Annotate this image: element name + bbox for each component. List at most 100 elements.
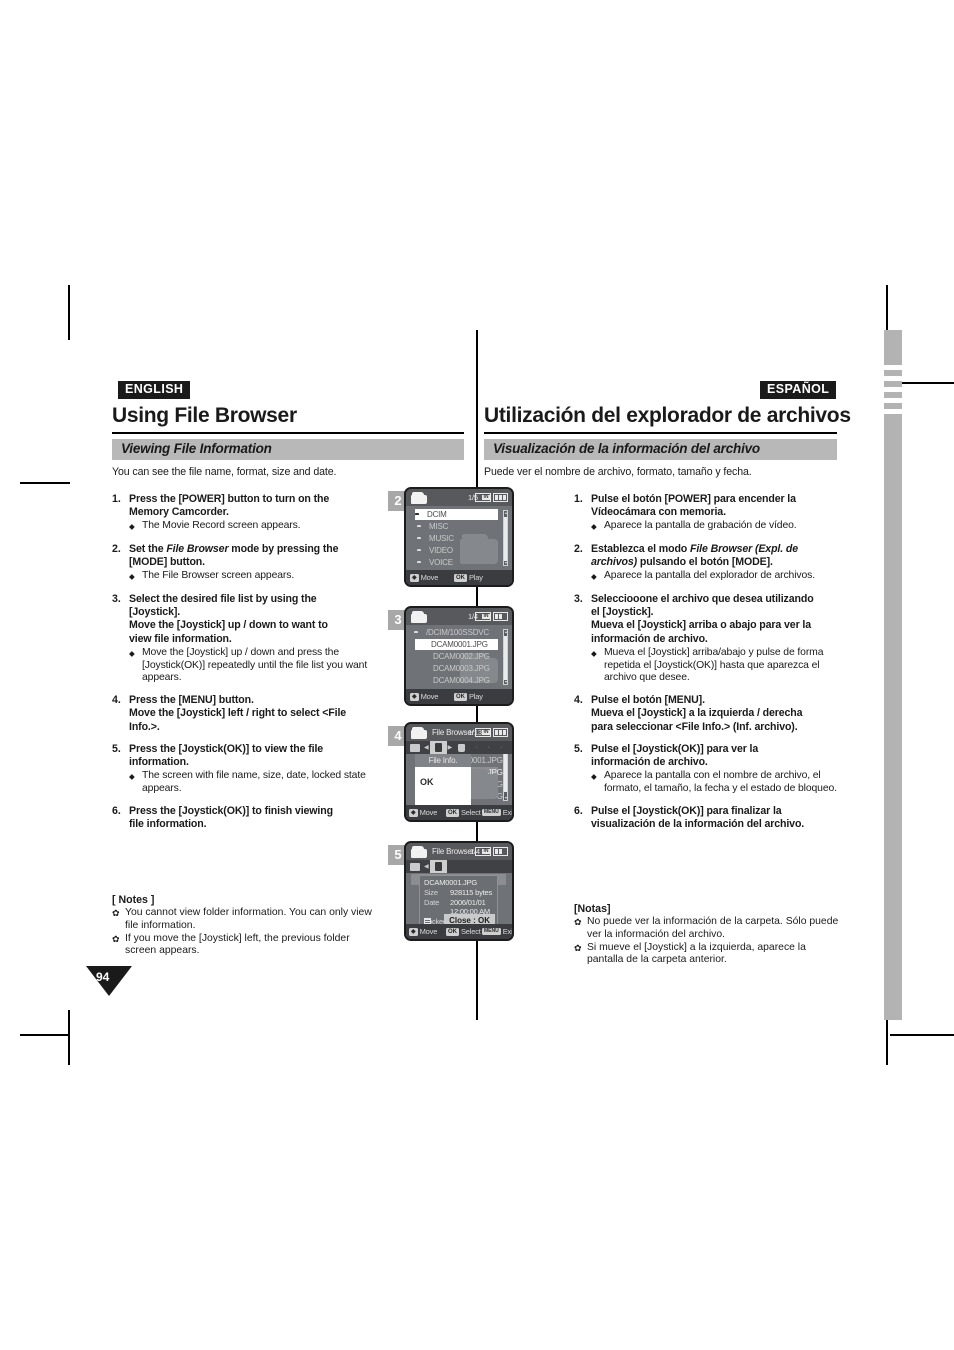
tab-dot: ·	[487, 744, 490, 751]
step-bullets: ◆ Aparece la pantalla de grabación de víd…	[591, 520, 844, 534]
step-number: 5.	[112, 742, 121, 755]
step-item: 1. Pulse el botón [POWER] para encender l…	[574, 493, 844, 534]
crop-mark-tl-v	[68, 285, 70, 340]
tab-file-info[interactable]	[429, 860, 447, 873]
lcd-header: File Browser 1/4 IN	[406, 843, 512, 860]
chevron-right-icon: ▶	[447, 745, 453, 751]
folder-icon	[411, 845, 428, 859]
bullet-text: Mueva el [Joystick] arriba/abajo y pulse…	[604, 646, 824, 684]
memory-indicator-icon: IN	[475, 493, 491, 502]
battery-icon	[493, 612, 508, 621]
tab-folder[interactable]	[406, 741, 423, 754]
list-item[interactable]: VOICE	[417, 557, 498, 568]
list-item-label: VOICE	[429, 558, 453, 567]
guide-exit: MENU Exit	[482, 808, 514, 817]
info-date-label: Date	[424, 898, 440, 907]
tab-dot: ·	[499, 744, 503, 751]
scrollbar-thumb[interactable]	[504, 752, 507, 792]
lcd-guide-bar: ◆ Move OK Select MENU Exit	[406, 924, 512, 939]
tab-file-info[interactable]	[429, 741, 447, 754]
crop-mark-bl-v	[68, 1010, 70, 1065]
intro-english: You can see the file name, format, size …	[112, 466, 337, 478]
lcd-header: File Browser 1/13 IN	[406, 724, 512, 741]
list-item[interactable]: DCAM0002.JPG	[417, 651, 498, 662]
figure-4: 4 File Browser 1/13 IN DCAM0001.JPG DCAM…	[388, 722, 514, 822]
menu-overlay: DCAM0001.JPG DCAM0002.JPG DCAM0003.JPG D…	[406, 741, 512, 807]
scrollbar[interactable]	[503, 510, 508, 566]
step-item: 5. Pulse el [Joystick(OK)] para ver la inf…	[574, 743, 844, 796]
step-number: 2.	[574, 543, 583, 555]
list-item-label: DCAM0001.JPG	[431, 640, 488, 649]
path-label: /DCIM/100SSDVC	[426, 628, 489, 637]
tab-folder[interactable]	[406, 860, 423, 873]
notes-title: [Notas]	[574, 903, 611, 915]
list-item-label: MUSIC	[429, 534, 454, 543]
tab-lock[interactable]	[453, 741, 470, 754]
battery-icon	[493, 728, 508, 737]
scrollbar-thumb[interactable]	[504, 517, 507, 561]
chevron-left-icon: ◀	[424, 745, 429, 751]
ok-key-icon: OK	[454, 692, 467, 701]
step-text: Press the [Joystick(OK)] to view the fil…	[129, 743, 380, 796]
note-text: No puede ver la información de la carpet…	[587, 916, 839, 940]
note-text: You cannot view folder information. You …	[125, 907, 372, 931]
scroll-down-icon[interactable]	[505, 681, 507, 683]
crop-mark-br-h	[890, 1034, 954, 1036]
figure-5: 5 File Browser 1/4 IN ◀ DCAM0001.JPG Siz…	[388, 841, 514, 941]
scrollbar[interactable]	[503, 629, 508, 685]
bullet-marker-icon: ◆	[591, 522, 597, 532]
memory-indicator-icon: IN	[475, 847, 491, 856]
bullet-item: ◆ Move the [Joystick] up / down and press…	[129, 647, 380, 685]
steps-list-spanish: 1. Pulse el botón [POWER] para encender l…	[574, 493, 844, 840]
bullet-marker-icon: ◆	[591, 572, 597, 582]
step-bullets: ◆ Mueva el [Joystick] arriba/abajo y puls…	[591, 647, 844, 685]
notes-english: [ Notes ] ✿ You cannot view folder informa…	[112, 891, 380, 958]
folder-icon	[411, 726, 428, 740]
step-item: 4. Pulse el botón [MENU]. Mueva el [Joysti…	[574, 694, 844, 734]
ok-key-icon: OK	[446, 927, 459, 936]
folder-icon	[411, 610, 428, 624]
list-item-label: VIDEO	[429, 546, 453, 555]
scroll-up-icon[interactable]	[505, 631, 507, 633]
list-item[interactable]: DCIM	[415, 509, 498, 520]
step-text: Select the desired file list by using th…	[129, 593, 380, 685]
file-list: /DCIM/100SSDVC DCAM0001.JPG DCAM0002.JPG…	[406, 625, 512, 689]
info-size-label: Size	[424, 888, 438, 897]
list-item[interactable]: DCAM0003.JPG	[417, 663, 498, 674]
scrollbar-thumb[interactable]	[504, 636, 507, 680]
step-item: 4. Press the [MENU] button. Move the [Joys…	[112, 694, 380, 734]
step-bullets: ◆ Move the [Joystick] up / down and press…	[129, 647, 380, 685]
list-item[interactable]: DCAM0004.JPG	[417, 675, 498, 686]
note-item: ✿ If you move the [Joystick] left, the pr…	[112, 933, 380, 959]
scroll-down-icon[interactable]	[505, 562, 507, 564]
list-item[interactable]: DCAM0001.JPG	[415, 639, 498, 650]
status-meters: IN	[475, 612, 508, 621]
bullet-marker-icon: ◆	[591, 772, 597, 782]
scroll-down-icon[interactable]	[505, 797, 507, 799]
figure-3: 3 1/4 IN /DCIM/100SSDVC DCAM0001.JPG DCA…	[388, 606, 514, 706]
dropdown-option-ok[interactable]: OK	[420, 777, 434, 787]
index-tick	[884, 365, 902, 370]
step-item: 2. Set the File Browser mode by pressing …	[112, 543, 380, 584]
step-item: 3. Selecciooone el archivo que desea util…	[574, 593, 844, 685]
scroll-up-icon[interactable]	[505, 512, 507, 514]
index-tick	[884, 409, 902, 414]
list-item[interactable]: MUSIC	[417, 533, 498, 544]
step-text: Establezca el modo File Browser (Expl. d…	[591, 543, 844, 584]
notes-title: [ Notes ]	[112, 894, 155, 906]
note-item: ✿ Si mueve el [Joystick] a la izquierda, …	[574, 942, 844, 968]
list-item[interactable]: VIDEO	[417, 545, 498, 556]
bullet-marker-icon: ◆	[591, 648, 597, 658]
step-bullets: ◆ The Movie Record screen appears.	[129, 520, 380, 534]
note-marker-icon: ✿	[112, 908, 120, 918]
guide-select: OK Select	[446, 927, 481, 936]
dropdown-title: File Info.	[428, 756, 458, 765]
list-item[interactable]: MISC	[417, 521, 498, 532]
section-title-spanish: Visualización de la información del arch…	[493, 441, 760, 456]
bullet-marker-icon: ◆	[129, 522, 135, 532]
step-text: Press the [POWER] button to turn on the M…	[129, 493, 380, 534]
step-item: 6. Pulse el [Joystick(OK)] para finalizar…	[574, 805, 844, 831]
chevron-left-icon: ◀	[424, 864, 429, 870]
bullet-item: ◆ The File Browser screen appears.	[129, 570, 380, 584]
step-item: 6. Press the [Joystick(OK)] to finish vie…	[112, 805, 380, 831]
